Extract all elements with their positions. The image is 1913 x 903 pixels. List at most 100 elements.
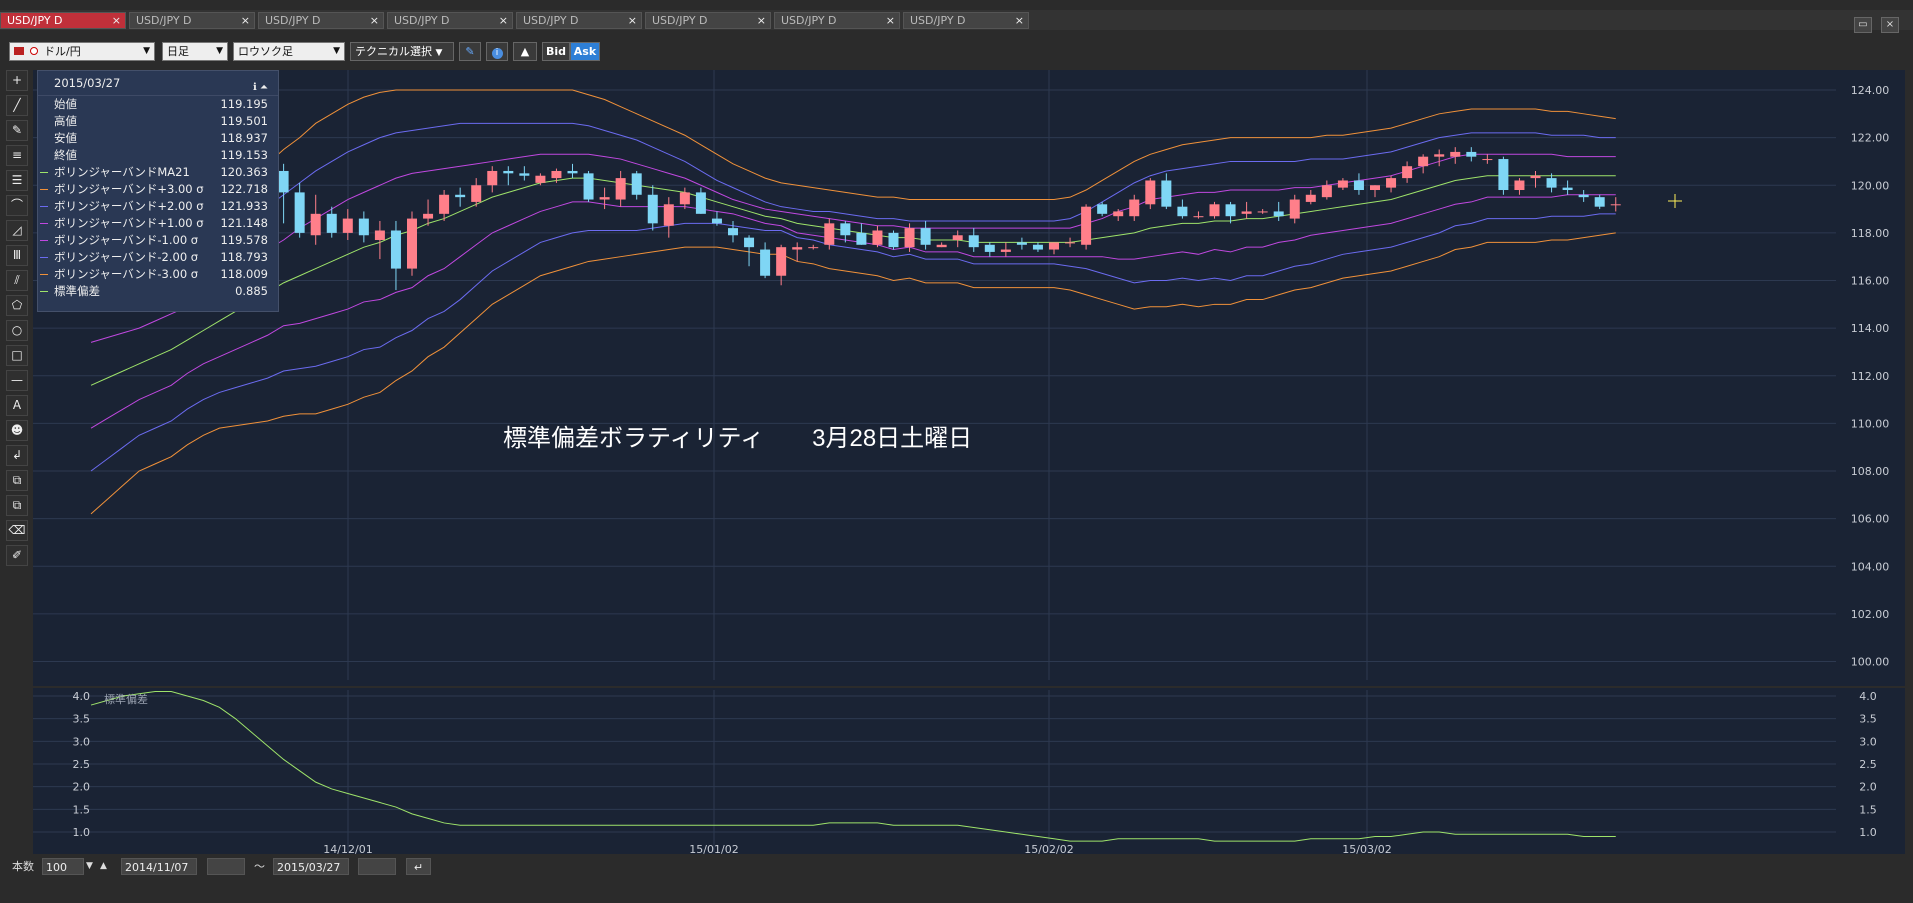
candle-body — [551, 170, 562, 179]
close-tab-icon[interactable]: × — [370, 13, 379, 28]
y-tick-label: 100.00 — [1851, 656, 1890, 669]
candle-body — [390, 230, 401, 269]
hline-icon[interactable]: — — [6, 370, 28, 391]
chart-canvas[interactable]: 124.00 122.00 120.00 118.00 116.00 114.00 112.… — [0, 0, 1913, 903]
candle-body — [1418, 156, 1429, 167]
close-tab-icon[interactable]: × — [241, 13, 250, 28]
count-up-icon[interactable]: ▲ — [100, 858, 107, 875]
date-to-input[interactable]: 2015/03/27 — [273, 858, 349, 875]
close-tab-icon[interactable]: × — [1015, 13, 1024, 28]
close-tab-icon[interactable]: × — [499, 13, 508, 28]
axes: 124.00 122.00 120.00 118.00 116.00 114.00 112.… — [73, 84, 1890, 856]
channel-icon[interactable]: ⫽ — [6, 270, 28, 291]
sub-y-tick-label-left: 4.0 — [73, 690, 91, 703]
ruler-icon[interactable]: ✎ — [6, 120, 28, 141]
tab-2[interactable]: USD/JPY D × — [129, 12, 255, 29]
line-icon[interactable]: ╱ — [6, 95, 28, 116]
y-tick-label: 102.00 — [1851, 608, 1890, 621]
grid-lines-icon[interactable]: ☰ — [6, 170, 28, 191]
tab-label: USD/JPY D — [136, 14, 192, 27]
tab-label: USD/JPY D — [265, 14, 321, 27]
candle-body — [374, 230, 385, 241]
tab-3[interactable]: USD/JPY D × — [258, 12, 384, 29]
candle-body — [968, 235, 979, 248]
close-tab-icon[interactable]: × — [112, 13, 121, 28]
hlines-icon[interactable]: ≡ — [6, 145, 28, 166]
band-line — [90, 213, 1616, 472]
copy-icon[interactable]: ⧉ — [6, 470, 28, 491]
plus-icon[interactable]: + — [6, 70, 28, 91]
pencil-button[interactable]: ✎ — [459, 42, 481, 61]
text-icon[interactable]: A — [6, 395, 28, 416]
info-button[interactable]: i — [486, 42, 508, 61]
candle-body — [1049, 242, 1059, 250]
time-to-input[interactable] — [358, 858, 396, 875]
restore-button[interactable]: ▭ — [1853, 17, 1872, 33]
info-icon: i — [491, 48, 503, 59]
bottom-bar: 本数 100 ▼ ▲ 2014/11/07 ～ 2015/03/27 ↵ — [0, 856, 1913, 878]
row-label: 安値 — [54, 131, 77, 145]
candle-body — [872, 230, 883, 245]
apply-button[interactable]: ↵ — [406, 858, 431, 875]
technical-select-button[interactable]: テクニカル選択 ▼ — [350, 42, 454, 61]
sub-y-tick-label-left: 2.0 — [73, 781, 91, 794]
count-input[interactable]: 100 — [42, 858, 84, 875]
fan-icon[interactable]: ◿ — [6, 220, 28, 241]
timeframe-select[interactable]: 日足 ▼ — [162, 42, 228, 61]
series-swatch — [40, 172, 48, 173]
count-down-icon[interactable]: ▼ — [86, 858, 93, 875]
row-value: 120.363 — [220, 165, 268, 179]
close-tab-icon[interactable]: × — [757, 13, 766, 28]
chart-style-select[interactable]: ロウソク足 ▼ — [233, 42, 345, 61]
candle-body — [984, 244, 995, 252]
series-swatch — [40, 223, 48, 224]
candle-body — [1145, 180, 1156, 205]
ask-button[interactable]: Ask — [570, 42, 600, 61]
candle-body — [342, 218, 353, 233]
sub-y-tick-label-left: 1.0 — [73, 826, 91, 839]
close-tab-icon[interactable]: × — [628, 13, 637, 28]
window-controls: ▭ × — [1850, 12, 1899, 33]
stamp-icon[interactable]: ☻ — [6, 420, 28, 441]
candle-body — [1530, 175, 1541, 179]
row-value: 121.933 — [220, 199, 268, 213]
time-from-input[interactable] — [207, 858, 245, 875]
candle-body — [535, 175, 546, 183]
row-value: 0.885 — [235, 284, 268, 298]
candle-body — [455, 194, 466, 198]
tab-label: USD/JPY D — [781, 14, 837, 27]
rectangle-icon[interactable]: □ — [6, 345, 28, 366]
candle-body — [1065, 242, 1076, 244]
circle-icon[interactable]: ○ — [6, 320, 28, 341]
tab-6[interactable]: USD/JPY D × — [645, 12, 771, 29]
vlines-icon[interactable]: Ⅲ — [6, 245, 28, 266]
close-window-button[interactable]: × — [1881, 17, 1899, 33]
candle-body — [760, 249, 771, 276]
bid-button[interactable]: Bid — [542, 42, 570, 61]
candle-body — [663, 204, 674, 226]
y-tick-label: 124.00 — [1851, 84, 1890, 97]
settings-icon[interactable]: ✐ — [6, 545, 28, 566]
tab-8[interactable]: USD/JPY D × — [903, 12, 1029, 29]
tab-7[interactable]: USD/JPY D × — [774, 12, 900, 29]
date-from-input[interactable]: 2014/11/07 — [121, 858, 197, 875]
eraser-icon[interactable]: ⌫ — [6, 520, 28, 541]
mountain-chart-button[interactable]: ▲ — [513, 42, 537, 61]
series-swatch — [40, 189, 48, 190]
currency-pair-select[interactable]: ドル/円 ▼ — [9, 42, 155, 61]
candle-body — [1402, 166, 1413, 179]
cursor-icon[interactable]: ↲ — [6, 445, 28, 466]
arc-icon[interactable]: ⌒ — [6, 195, 28, 216]
candle-body — [326, 213, 337, 233]
tab-4[interactable]: USD/JPY D × — [387, 12, 513, 29]
sub-y-tick-label-right: 3.0 — [1859, 735, 1877, 748]
tab-5[interactable]: USD/JPY D × — [516, 12, 642, 29]
layers-icon[interactable]: ⧉ — [6, 495, 28, 516]
tab-1[interactable]: USD/JPY D × — [0, 12, 126, 29]
candle-body — [1193, 216, 1204, 218]
pentagon-icon[interactable]: ⬠ — [6, 295, 28, 316]
close-tab-icon[interactable]: × — [886, 13, 895, 28]
sub-chart-title: 標準偏差 — [104, 692, 148, 706]
mountain-icon: ▲ — [520, 45, 530, 58]
band-line — [90, 175, 1616, 386]
